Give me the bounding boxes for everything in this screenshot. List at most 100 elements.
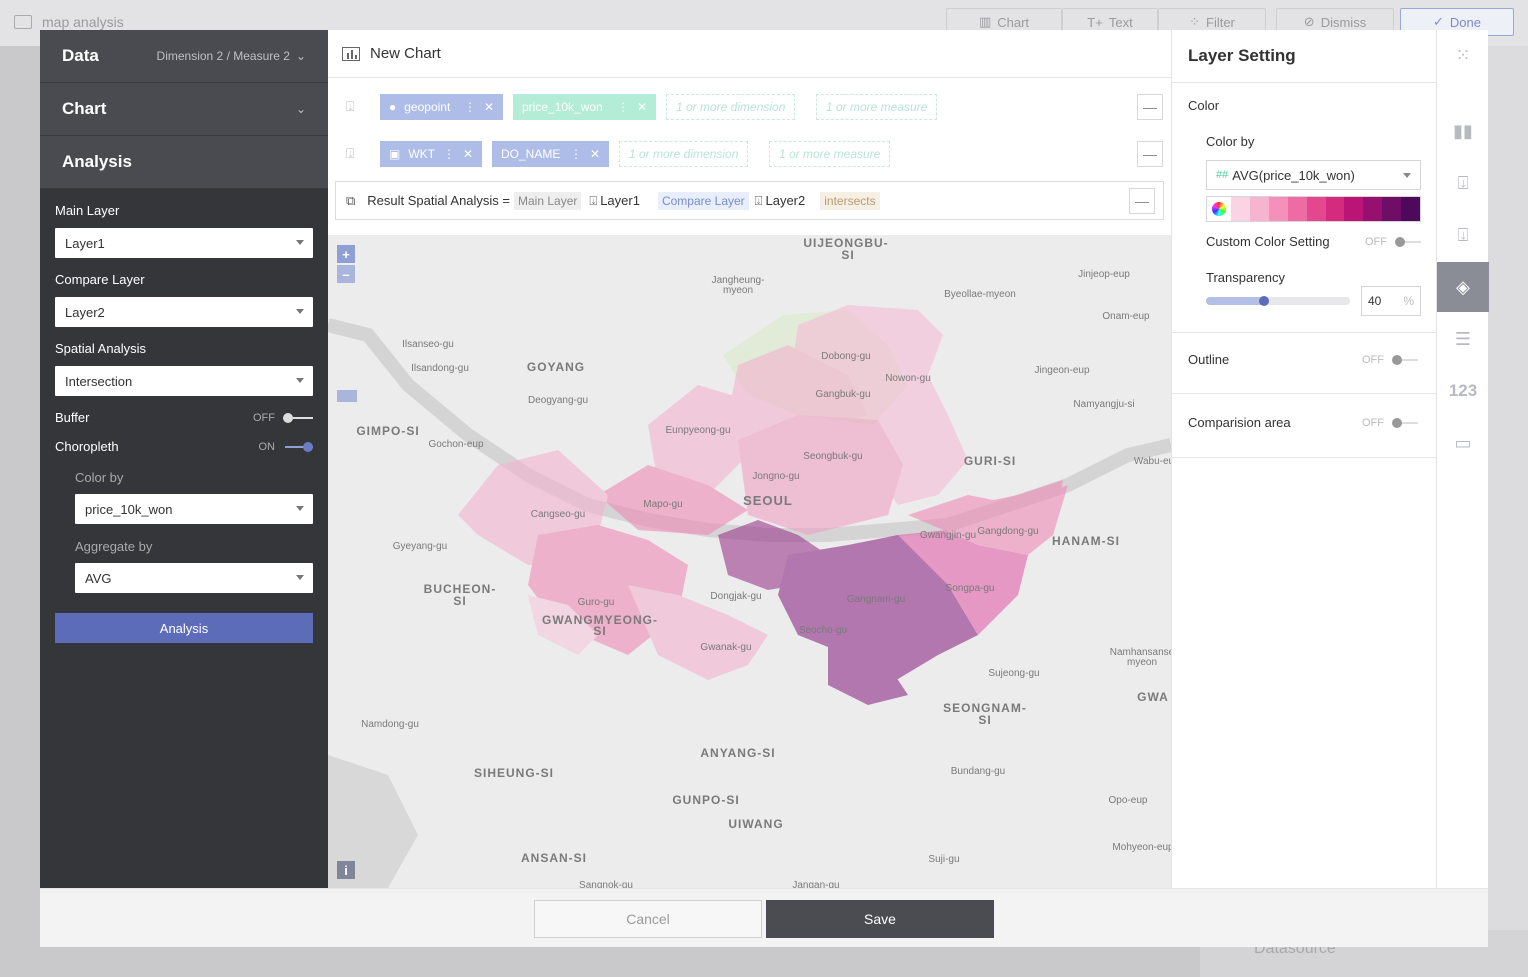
bar-chart-icon[interactable]: ▮▮: [1437, 106, 1489, 156]
info-icon[interactable]: i: [337, 861, 355, 879]
collapse-layer2-button[interactable]: —: [1137, 141, 1163, 167]
layer-icon: ⍗: [754, 192, 763, 208]
divider: [1172, 393, 1436, 394]
collapse-layer1-button[interactable]: —: [1137, 94, 1163, 120]
kebab-icon[interactable]: ⋮: [443, 147, 455, 161]
close-icon[interactable]: ✕: [637, 100, 647, 114]
modal-footer: Cancel Save: [40, 888, 1488, 947]
compare-layer-select[interactable]: Layer2: [55, 297, 313, 327]
transparency-input[interactable]: 40 %: [1361, 286, 1421, 316]
map-label: myeon: [723, 285, 753, 296]
bar-chart-icon: [342, 46, 360, 61]
scatter-icon[interactable]: ⁙: [1437, 30, 1489, 80]
map-label: SI: [593, 624, 606, 638]
chart-section-header[interactable]: Chart ⌄: [40, 83, 328, 136]
zoom-out-button[interactable]: –: [337, 265, 355, 283]
ban-icon: ⊘: [1303, 14, 1315, 29]
color-by-select[interactable]: price_10k_won: [75, 494, 313, 524]
wkt-pill[interactable]: ▣ WKT ⋮ ✕: [380, 141, 482, 167]
custom-color-toggle[interactable]: [1395, 236, 1421, 248]
layer1-stack-icon[interactable]: ⍗: [1437, 158, 1489, 208]
choropleth-toggle[interactable]: [283, 441, 313, 453]
dimension-dropzone-2[interactable]: 1 or more dimension: [619, 141, 749, 167]
save-button[interactable]: Save: [766, 900, 994, 938]
color-palette[interactable]: [1206, 196, 1421, 222]
main-layer-label: Main Layer: [55, 203, 120, 218]
measure-dropzone[interactable]: 1 or more measure: [816, 94, 938, 120]
color-by-dropdown[interactable]: ## AVG(price_10k_won): [1206, 160, 1421, 190]
map-label: Gangnam-gu: [847, 594, 905, 605]
map-label: Gwanak-gu: [700, 642, 751, 653]
map-label: Byeollae-myeon: [944, 289, 1016, 300]
close-icon[interactable]: ✕: [590, 147, 600, 161]
dimension-dropzone[interactable]: 1 or more dimension: [666, 94, 796, 120]
map-label: Jongno-gu: [752, 471, 799, 482]
kebab-icon[interactable]: ⋮: [617, 100, 629, 114]
compare-layer-value: Layer2: [65, 304, 105, 320]
kebab-icon[interactable]: ⋮: [464, 100, 476, 114]
map-label: Nowon-gu: [885, 373, 931, 384]
map-label: GUNPO-SI: [672, 793, 739, 807]
aggregate-by-label: Aggregate by: [75, 539, 153, 554]
outline-toggle[interactable]: [1392, 354, 1418, 366]
left-panel: Data Dimension 2 / Measure 2 ⌄ Chart ⌄ An…: [40, 30, 328, 888]
color-section-label: Color: [1188, 98, 1220, 113]
compare-layer-tag: Compare Layer: [657, 191, 749, 210]
map-label: Namdong-gu: [361, 719, 419, 730]
map-label: Gochon-eup: [428, 439, 483, 450]
transparency-value: 40: [1368, 294, 1382, 308]
palette-swatch-0: [1231, 197, 1250, 221]
palette-swatch-9: [1401, 197, 1421, 221]
chart-title[interactable]: New Chart: [370, 45, 441, 62]
transparency-knob[interactable]: [1258, 296, 1269, 306]
color-wheel-icon[interactable]: [1207, 197, 1231, 221]
measure-dropzone-2[interactable]: 1 or more measure: [769, 141, 891, 167]
custom-color-row: Custom Color Setting OFF: [1206, 234, 1421, 249]
result-label: Result Spatial Analysis =: [367, 193, 511, 208]
do-name-pill[interactable]: DO_NAME ⋮ ✕: [492, 141, 609, 167]
polygon-icon: ▣: [389, 147, 401, 161]
map-view[interactable]: UIJEONGBU- SI Jangheung-myeon Jinjeop-eup By…: [328, 235, 1171, 888]
spatial-analysis-select[interactable]: Intersection: [55, 366, 313, 396]
buffer-toggle[interactable]: [283, 412, 313, 424]
result-layer2: Layer2: [765, 193, 806, 208]
analysis-header-label: Analysis: [62, 152, 132, 171]
map-label: SI: [978, 713, 991, 727]
comment-icon[interactable]: ▭: [1437, 418, 1489, 468]
comparison-toggle[interactable]: [1392, 417, 1418, 429]
price-label: price_10k_won: [522, 100, 603, 114]
cancel-button[interactable]: Cancel: [534, 900, 762, 938]
analysis-section-header[interactable]: Analysis: [40, 136, 328, 189]
map-label: Gangbuk-gu: [815, 389, 870, 400]
custom-color-state: OFF: [1365, 235, 1387, 248]
map-tool-button[interactable]: [337, 390, 357, 402]
data-section-header[interactable]: Data Dimension 2 / Measure 2 ⌄: [40, 30, 328, 83]
close-icon[interactable]: ✕: [463, 147, 473, 161]
result-analysis-row: ⧉ Result Spatial Analysis = Main Layer ⍗…: [335, 181, 1164, 220]
map-canvas[interactable]: UIJEONGBU-SIJangheung-myeonJinjeop-eupBy…: [328, 235, 1171, 888]
map-label: Suji-gu: [928, 854, 959, 865]
collapse-result-button[interactable]: —: [1129, 188, 1155, 214]
price-pill[interactable]: price_10k_won ⋮ ✕: [513, 94, 656, 120]
numeric-format-icon[interactable]: 123: [1437, 366, 1489, 416]
transparency-slider[interactable]: [1206, 296, 1350, 306]
map-label: GWA: [1137, 690, 1169, 704]
main-layer-select[interactable]: Layer1: [55, 228, 313, 258]
map-label: Mapo-gu: [643, 499, 682, 510]
map-label: Wabu-eu: [1134, 456, 1171, 467]
geopoint-pill[interactable]: ● geopoint ⋮ ✕: [380, 94, 503, 120]
geopoint-label: geopoint: [404, 100, 451, 114]
analysis-button[interactable]: Analysis: [55, 613, 313, 643]
map-label: Jinjeop-eup: [1078, 269, 1130, 280]
layers-icon[interactable]: ◈: [1437, 262, 1489, 312]
outline-label: Outline: [1188, 352, 1230, 367]
zoom-in-button[interactable]: +: [337, 245, 355, 263]
list-icon[interactable]: ☰: [1437, 314, 1489, 364]
buffer-row: Buffer OFF: [55, 410, 313, 425]
aggregate-by-select[interactable]: AVG: [75, 563, 313, 593]
map-label: GOYANG: [527, 360, 585, 374]
map-label: myeon: [1127, 657, 1157, 668]
kebab-icon[interactable]: ⋮: [570, 147, 582, 161]
close-icon[interactable]: ✕: [484, 100, 494, 114]
layer2-stack-icon[interactable]: ⍗: [1437, 210, 1489, 260]
